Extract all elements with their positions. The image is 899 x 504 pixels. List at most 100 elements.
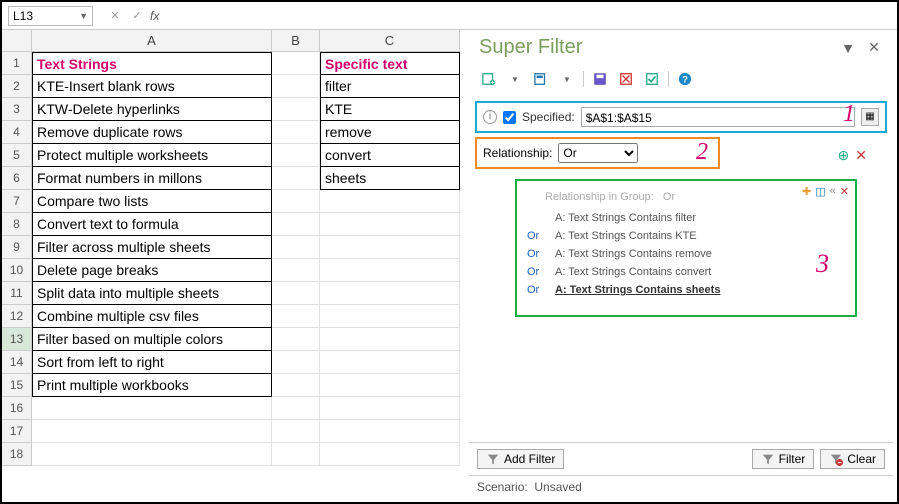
cell[interactable]: [272, 236, 320, 259]
cell[interactable]: [272, 75, 320, 98]
toolbar-dropdown-icon[interactable]: ▼: [505, 69, 525, 89]
row-header[interactable]: 10: [2, 259, 32, 282]
clear-button[interactable]: Clear: [820, 449, 885, 469]
row-header[interactable]: 13: [2, 328, 32, 351]
row-header[interactable]: 9: [2, 236, 32, 259]
apply-icon[interactable]: [642, 69, 662, 89]
range-picker-icon[interactable]: ▦: [861, 108, 879, 126]
save-scenario-icon[interactable]: [531, 69, 551, 89]
undo-icon[interactable]: [616, 69, 636, 89]
cell[interactable]: Sort from left to right: [32, 351, 272, 374]
info-icon[interactable]: i: [483, 110, 497, 124]
name-box[interactable]: L13 ▼: [8, 6, 93, 26]
cell[interactable]: KTE-Insert blank rows: [32, 75, 272, 98]
cell[interactable]: [272, 52, 320, 75]
relationship-select[interactable]: Or: [558, 143, 638, 163]
specified-range-input[interactable]: $A$1:$A$15: [581, 107, 855, 127]
cell[interactable]: filter: [320, 75, 460, 98]
condition-row[interactable]: OrA: Text Strings Contains convert: [527, 263, 845, 281]
formula-input[interactable]: [163, 6, 891, 26]
condition-row[interactable]: A: Text Strings Contains filter: [527, 209, 845, 227]
cell[interactable]: [272, 98, 320, 121]
row-header[interactable]: 12: [2, 305, 32, 328]
cell[interactable]: [272, 167, 320, 190]
cell[interactable]: [272, 420, 320, 443]
row-header[interactable]: 14: [2, 351, 32, 374]
cell[interactable]: [320, 190, 460, 213]
cell[interactable]: Delete page breaks: [32, 259, 272, 282]
cell[interactable]: [272, 443, 320, 466]
cell[interactable]: KTE: [320, 98, 460, 121]
cell[interactable]: [32, 397, 272, 420]
save-icon[interactable]: [590, 69, 610, 89]
cell[interactable]: remove: [320, 121, 460, 144]
cell[interactable]: [32, 420, 272, 443]
cell[interactable]: [320, 420, 460, 443]
select-all-corner[interactable]: [2, 30, 32, 52]
collapse-icon[interactable]: «: [830, 185, 836, 198]
row-header[interactable]: 1: [2, 52, 32, 75]
row-header[interactable]: 8: [2, 213, 32, 236]
cell[interactable]: [272, 259, 320, 282]
condition-row[interactable]: OrA: Text Strings Contains sheets: [527, 281, 845, 299]
specified-checkbox[interactable]: [503, 111, 516, 124]
row-header[interactable]: 7: [2, 190, 32, 213]
condition-row[interactable]: OrA: Text Strings Contains KTE: [527, 227, 845, 245]
cell[interactable]: [320, 282, 460, 305]
col-header-B[interactable]: B: [272, 30, 320, 52]
delete-group-icon[interactable]: ✕: [855, 147, 867, 164]
cell[interactable]: Text Strings: [32, 52, 272, 75]
add-filter-button[interactable]: Add Filter: [477, 449, 564, 469]
new-scenario-icon[interactable]: [479, 69, 499, 89]
col-header-C[interactable]: C: [320, 30, 460, 52]
row-header[interactable]: 3: [2, 98, 32, 121]
cell[interactable]: Print multiple workbooks: [32, 374, 272, 397]
help-icon[interactable]: ?: [675, 69, 695, 89]
cell[interactable]: [320, 397, 460, 420]
cell[interactable]: Protect multiple worksheets: [32, 144, 272, 167]
row-header[interactable]: 18: [2, 443, 32, 466]
cell[interactable]: Filter across multiple sheets: [32, 236, 272, 259]
add-condition-icon[interactable]: ✚: [802, 185, 811, 198]
cell[interactable]: [320, 328, 460, 351]
cell[interactable]: Split data into multiple sheets: [32, 282, 272, 305]
remove-condition-icon[interactable]: ✕: [840, 185, 849, 198]
cell[interactable]: [320, 213, 460, 236]
cell[interactable]: Format numbers in millons: [32, 167, 272, 190]
cell[interactable]: [32, 443, 272, 466]
row-header[interactable]: 5: [2, 144, 32, 167]
cell[interactable]: Compare two lists: [32, 190, 272, 213]
cell[interactable]: [272, 397, 320, 420]
close-icon[interactable]: ✕: [865, 39, 883, 56]
row-header[interactable]: 6: [2, 167, 32, 190]
cell[interactable]: KTW-Delete hyperlinks: [32, 98, 272, 121]
cell[interactable]: [272, 282, 320, 305]
row-header[interactable]: 17: [2, 420, 32, 443]
row-header[interactable]: 16: [2, 397, 32, 420]
cell[interactable]: [320, 374, 460, 397]
toolbar-dropdown2-icon[interactable]: ▼: [557, 69, 577, 89]
cell[interactable]: Combine multiple csv files: [32, 305, 272, 328]
pane-menu-icon[interactable]: ▼: [839, 40, 857, 56]
cell[interactable]: [272, 144, 320, 167]
filter-button[interactable]: Filter: [752, 449, 815, 469]
cell[interactable]: [320, 236, 460, 259]
cell[interactable]: [272, 121, 320, 144]
cell[interactable]: Remove duplicate rows: [32, 121, 272, 144]
row-header[interactable]: 4: [2, 121, 32, 144]
cell[interactable]: [320, 351, 460, 374]
cell[interactable]: [320, 305, 460, 328]
cell[interactable]: [272, 374, 320, 397]
copy-condition-icon[interactable]: ◫: [815, 185, 825, 198]
cell[interactable]: Filter based on multiple colors: [32, 328, 272, 351]
cell[interactable]: [272, 351, 320, 374]
cell[interactable]: Convert text to formula: [32, 213, 272, 236]
cell[interactable]: convert: [320, 144, 460, 167]
cell[interactable]: [320, 259, 460, 282]
cell[interactable]: [272, 213, 320, 236]
cell[interactable]: Specific text: [320, 52, 460, 75]
col-header-A[interactable]: A: [32, 30, 272, 52]
add-group-icon[interactable]: ⊕: [838, 147, 850, 164]
fx-icon[interactable]: fx: [150, 9, 159, 23]
cell[interactable]: [272, 305, 320, 328]
